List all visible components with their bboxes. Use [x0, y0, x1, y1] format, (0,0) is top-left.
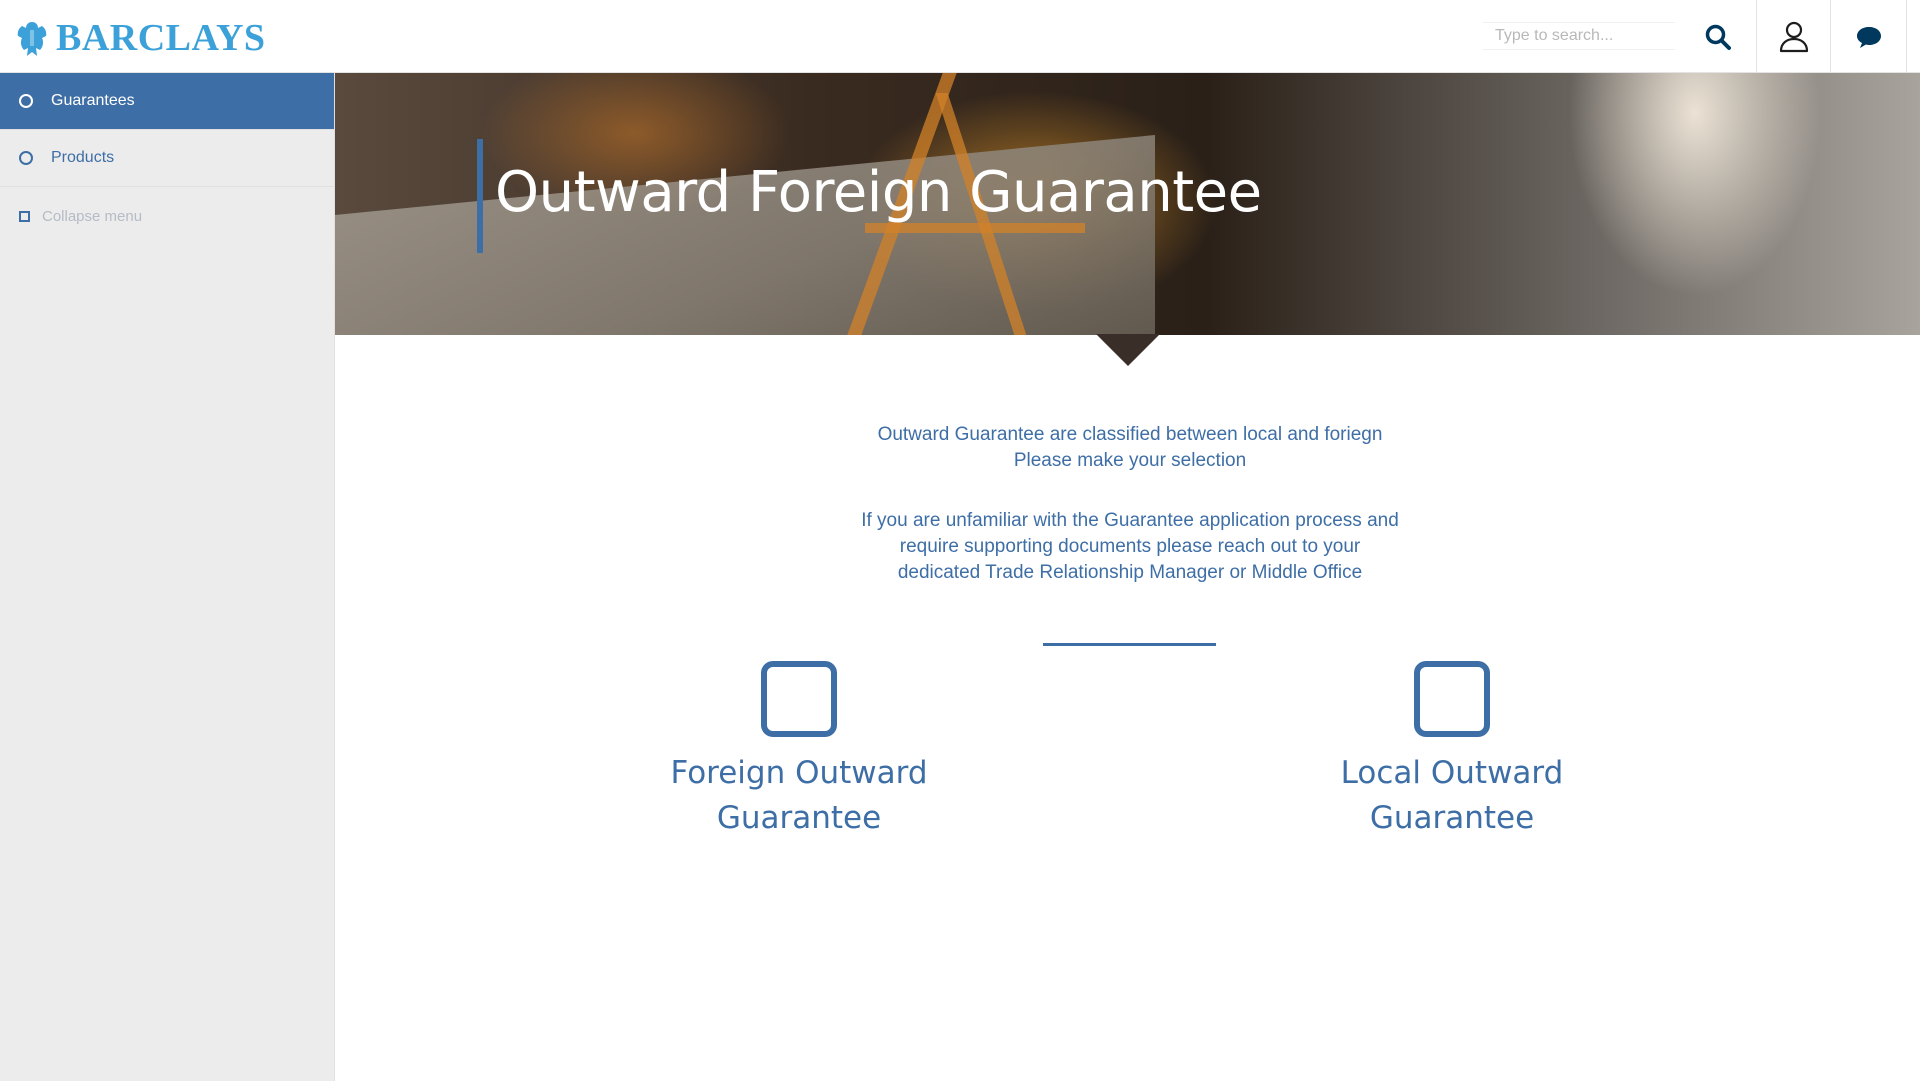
- intro-text: Outward Guarantee are classified between…: [780, 422, 1480, 586]
- page-title: Outward Foreign Guarantee: [495, 159, 1262, 225]
- hero-title-block: Outward Foreign Guarantee: [477, 139, 1262, 253]
- local-outward-checkbox[interactable]: [1414, 661, 1490, 737]
- brand-name: BARCLAYS: [56, 17, 266, 59]
- hero-banner: Outward Foreign Guarantee: [335, 73, 1920, 335]
- intro-line: If you are unfamiliar with the Guarantee…: [861, 510, 1399, 531]
- option-label-line: Local Outward: [1340, 755, 1564, 791]
- collapse-menu-button[interactable]: Collapse menu: [0, 187, 334, 245]
- sidebar-item-guarantees[interactable]: Guarantees: [0, 73, 334, 130]
- sidebar: Guarantees Products Collapse menu: [0, 73, 335, 1081]
- intro-line: dedicated Trade Relationship Manager or …: [897, 562, 1363, 583]
- chat-button[interactable]: [1830, 0, 1907, 73]
- foreign-outward-checkbox[interactable]: [761, 661, 837, 737]
- sidebar-item-label: Products: [51, 149, 115, 166]
- sidebar-item-products[interactable]: Products: [0, 130, 334, 187]
- foreign-outward-guarantee-option[interactable]: Foreign Outward Guarantee: [639, 661, 959, 841]
- collapse-menu-label: Collapse menu: [42, 207, 143, 225]
- option-label: Foreign Outward Guarantee: [639, 751, 959, 841]
- option-label: Local Outward Guarantee: [1292, 751, 1612, 841]
- option-label-line: Foreign Outward: [670, 755, 928, 791]
- search-button[interactable]: [1681, 0, 1755, 73]
- top-header: BARCLAYS: [0, 0, 1920, 73]
- hero-notch: [1096, 334, 1160, 366]
- sidebar-item-label: Guarantees: [51, 92, 135, 109]
- local-outward-guarantee-option[interactable]: Local Outward Guarantee: [1292, 661, 1612, 841]
- square-icon: [19, 210, 30, 222]
- chat-icon: [1856, 26, 1881, 48]
- search-input[interactable]: [1483, 22, 1675, 50]
- user-icon: [1779, 21, 1808, 52]
- intro-line: Please make your selection: [1013, 450, 1247, 471]
- option-label-line: Guarantee: [716, 800, 882, 836]
- user-profile-button[interactable]: [1756, 0, 1830, 73]
- search-icon: [1705, 24, 1731, 50]
- circle-icon: [19, 151, 33, 165]
- section-divider: [1043, 643, 1216, 646]
- intro-line: require supporting documents please reac…: [899, 536, 1361, 557]
- option-label-line: Guarantee: [1369, 800, 1535, 836]
- hero-accent-bar: [477, 139, 483, 253]
- eagle-icon: [17, 22, 47, 56]
- intro-line: Outward Guarantee are classified between…: [877, 424, 1383, 445]
- circle-icon: [19, 94, 33, 108]
- barclays-logo[interactable]: BARCLAYS: [14, 18, 266, 58]
